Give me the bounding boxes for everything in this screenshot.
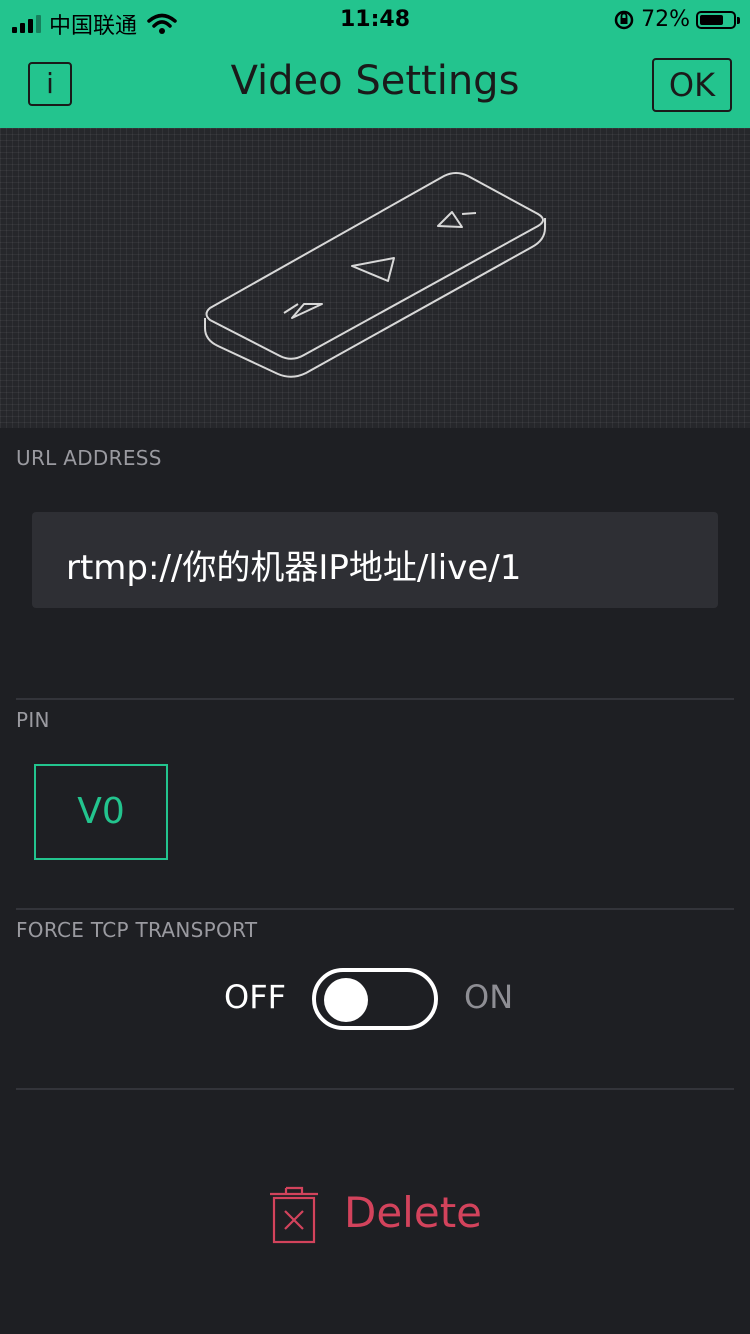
status-bar: 中国联通 11:48 72% bbox=[0, 0, 750, 40]
widget-preview bbox=[0, 128, 750, 428]
toggle-knob bbox=[324, 978, 368, 1022]
delete-button[interactable]: Delete bbox=[0, 1184, 750, 1248]
divider bbox=[16, 908, 734, 910]
tcp-label: FORCE TCP TRANSPORT bbox=[16, 918, 258, 942]
battery-icon bbox=[696, 10, 740, 29]
divider bbox=[16, 698, 734, 700]
toggle-on-label: ON bbox=[464, 978, 514, 1016]
url-value: rtmp://你的机器IP地址/live/1 bbox=[66, 548, 522, 588]
header-bar: i Video Settings OK bbox=[0, 40, 750, 128]
url-label: URL ADDRESS bbox=[16, 446, 162, 470]
trash-icon bbox=[270, 1186, 318, 1244]
tcp-toggle-row: OFF ON bbox=[0, 966, 750, 1032]
url-input[interactable]: rtmp://你的机器IP地址/live/1 bbox=[32, 512, 718, 608]
ok-button[interactable]: OK bbox=[652, 58, 732, 112]
toggle-off-label: OFF bbox=[224, 978, 286, 1016]
tcp-toggle-switch[interactable] bbox=[312, 968, 438, 1030]
video-remote-illustration bbox=[204, 172, 546, 378]
status-right: 72% bbox=[613, 7, 740, 32]
delete-label: Delete bbox=[344, 1188, 482, 1237]
divider bbox=[16, 1088, 734, 1090]
battery-percent: 72% bbox=[641, 7, 690, 32]
pin-label: PIN bbox=[16, 708, 50, 732]
pin-selector[interactable]: V0 bbox=[34, 764, 168, 860]
orientation-lock-icon bbox=[614, 10, 634, 29]
page-title: Video Settings bbox=[230, 58, 520, 104]
